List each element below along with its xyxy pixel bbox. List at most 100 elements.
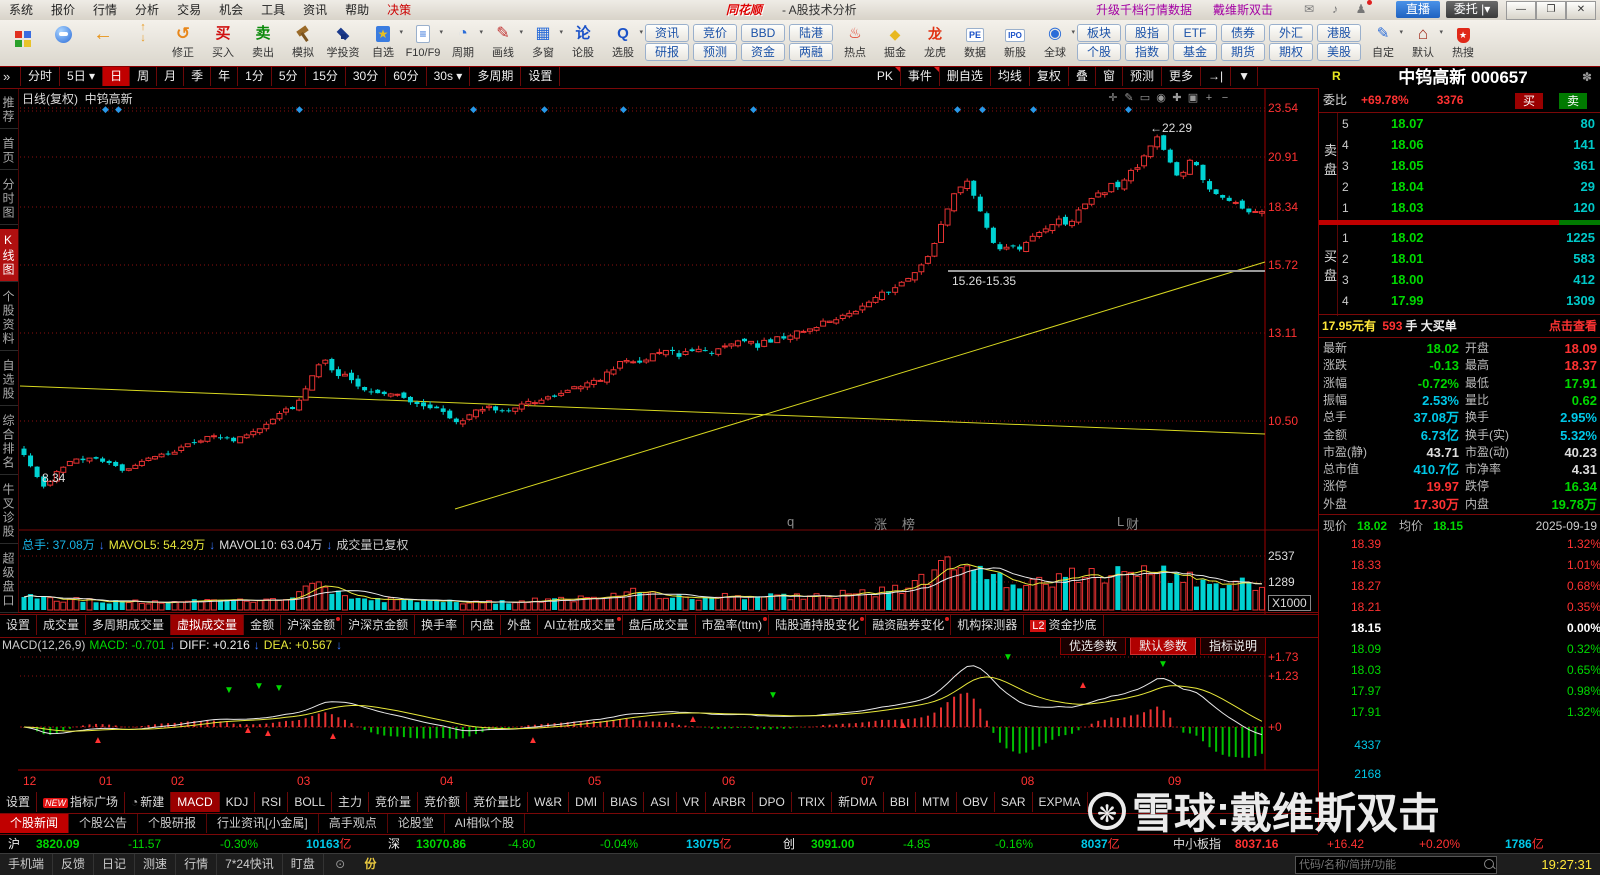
- tab-成交量[interactable]: 成交量: [37, 615, 87, 635]
- status-测速[interactable]: 测速: [135, 854, 177, 875]
- record-icon[interactable]: ⊙: [327, 854, 353, 875]
- event-diamond-icon[interactable]: ◆: [1125, 104, 1132, 115]
- toolbar-学投资-button[interactable]: 学投资: [323, 20, 363, 65]
- minimize-button[interactable]: —: [1506, 1, 1536, 20]
- stock-search-box[interactable]: [1295, 856, 1497, 874]
- toolbar-板块-button[interactable]: 板块 个股: [1075, 20, 1123, 65]
- tab-换手率[interactable]: 换手率: [415, 615, 465, 635]
- period-60分[interactable]: 60分: [386, 67, 427, 86]
- indicator-OBV[interactable]: OBV: [957, 792, 995, 812]
- toolbar-基金-label[interactable]: 基金: [1173, 43, 1217, 61]
- indicator-TRIX[interactable]: TRIX: [792, 792, 833, 812]
- tab-沪深金额[interactable]: 沪深金额: [281, 615, 343, 635]
- menu-机会[interactable]: 机会: [210, 0, 252, 20]
- toolbar-全球-button[interactable]: ◉ 全球 ▾: [1035, 20, 1075, 65]
- toolbar-论股-button[interactable]: 论论股: [563, 20, 603, 65]
- toolbar-自定-button[interactable]: ✎ 自定 ▾: [1363, 20, 1403, 65]
- collapse-chevron[interactable]: »: [3, 67, 10, 87]
- toolbar-模拟-button[interactable]: 模拟: [283, 20, 323, 65]
- indicator-竞价额[interactable]: 竞价额: [418, 792, 468, 812]
- tab-市盈率(ttm)[interactable]: 市盈率(ttm): [696, 615, 770, 635]
- period-季[interactable]: 季: [184, 67, 212, 86]
- indicator-KDJ[interactable]: KDJ: [220, 792, 256, 812]
- camera-icon[interactable]: ◉: [1153, 91, 1169, 104]
- toolbar-港股-button[interactable]: 港股 美股: [1315, 20, 1363, 65]
- close-button[interactable]: ✕: [1566, 1, 1596, 20]
- order-entrust-button[interactable]: 委托 |▾: [1446, 1, 1498, 18]
- sidebar-item-分时图[interactable]: 分时图: [0, 174, 18, 225]
- draw-icon[interactable]: ✎: [1121, 91, 1137, 104]
- toolbar-股指-button[interactable]: 股指 指数: [1123, 20, 1171, 65]
- status-行情[interactable]: 行情: [176, 854, 218, 875]
- menu-工具[interactable]: 工具: [252, 0, 294, 20]
- event-diamond-icon[interactable]: ◆: [620, 104, 627, 115]
- menu-hot[interactable]: 决策: [378, 0, 420, 20]
- action-→|[interactable]: →|: [1201, 67, 1232, 86]
- toolbar-资讯-label[interactable]: 资讯: [645, 24, 689, 42]
- lock-icon[interactable]: ▣: [1185, 91, 1201, 104]
- indicator-MACD[interactable]: MACD: [171, 792, 220, 812]
- status-日记[interactable]: 日记: [94, 854, 136, 875]
- newstab-行业资讯[小金属][interactable]: 行业资讯[小金属]: [207, 814, 319, 833]
- indicator-DPO[interactable]: DPO: [753, 792, 792, 812]
- tab-沪深京金额[interactable]: 沪深京金额: [342, 615, 416, 635]
- event-diamond-icon[interactable]: ◆: [750, 104, 757, 115]
- event-diamond-icon[interactable]: ◆: [296, 104, 303, 115]
- chevron-down-icon[interactable]: ▾: [639, 28, 643, 36]
- event-diamond-icon[interactable]: ◆: [979, 104, 986, 115]
- toolbar-选股-button[interactable]: Q 选股 ▾: [603, 20, 643, 65]
- indicator-竞价量[interactable]: 竞价量: [369, 792, 419, 812]
- toolbar-ETF-button[interactable]: ETF 基金: [1171, 20, 1219, 65]
- period-分时[interactable]: 分时: [21, 67, 61, 86]
- toolbar-股指-label[interactable]: 股指: [1125, 24, 1169, 42]
- toolbar-期货-label[interactable]: 期货: [1221, 43, 1265, 61]
- toolbar-两融-label[interactable]: 两融: [789, 43, 833, 61]
- live-button[interactable]: 直播: [1396, 1, 1440, 18]
- menu-资讯[interactable]: 资讯: [294, 0, 336, 20]
- indicator-指标广场[interactable]: NEW 指标广场: [37, 792, 126, 813]
- toolbar-卖出-button[interactable]: 卖卖出: [243, 20, 283, 65]
- tab-机构探测器[interactable]: 机构探测器: [951, 615, 1025, 635]
- button-指标说明[interactable]: 指标说明: [1200, 637, 1267, 655]
- toolbar-债券-label[interactable]: 债券: [1221, 24, 1265, 42]
- toolbar-陆港-button[interactable]: 陆港 两融: [787, 20, 835, 65]
- period-日[interactable]: 日: [103, 67, 131, 86]
- indicator-竞价量比[interactable]: 竞价量比: [467, 792, 529, 812]
- search-input[interactable]: [1296, 858, 1478, 872]
- toolbar-预测-label[interactable]: 预测: [693, 43, 737, 61]
- tab-盘后成交量[interactable]: 盘后成交量: [623, 615, 696, 635]
- tab-L2-资金抄底[interactable]: L2 资金抄底: [1024, 615, 1104, 636]
- toolbar-assistant-icon-button[interactable]: [43, 20, 83, 65]
- indicator-VR[interactable]: VR: [677, 792, 707, 812]
- menu-行情[interactable]: 行情: [84, 0, 126, 20]
- menu-分析[interactable]: 分析: [126, 0, 168, 20]
- toolbar-默认-button[interactable]: ⌂ 默认 ▾: [1403, 20, 1443, 65]
- action-更多[interactable]: 更多: [1162, 67, 1201, 86]
- upgrade-link[interactable]: 升级千档行情数据: [1096, 0, 1192, 20]
- sidebar-item-综合排名[interactable]: 综合排名: [0, 410, 18, 475]
- event-diamond-icon[interactable]: ◆: [102, 104, 109, 115]
- toolbar-画线-button[interactable]: ✎ 画线 ▾: [483, 20, 523, 65]
- toolbar-个股-label[interactable]: 个股: [1077, 43, 1121, 61]
- mail-icon[interactable]: ✉: [1300, 2, 1318, 17]
- panel-settings-icon[interactable]: ✽: [1582, 70, 1592, 84]
- toolbar-BBD-button[interactable]: BBD 资金: [739, 20, 787, 65]
- indicator-RSI[interactable]: RSI: [255, 792, 289, 812]
- indicator-新建[interactable]: ◔ 新建: [125, 792, 172, 812]
- event-diamond-icon[interactable]: ◆: [541, 104, 548, 115]
- toolbar-掘金-button[interactable]: ◆ 掘金: [875, 20, 915, 65]
- toolbar-指数-label[interactable]: 指数: [1125, 43, 1169, 61]
- toolbar-周期-button[interactable]: ◔ 周期 ▾: [443, 20, 483, 65]
- toolbar-热点-button[interactable]: ♨ 热点: [835, 20, 875, 65]
- period-周[interactable]: 周: [130, 67, 158, 86]
- period-5日[interactable]: 5日 ▾: [60, 67, 104, 86]
- coin-icon[interactable]: 份: [357, 854, 385, 875]
- action-窗[interactable]: 窗: [1096, 67, 1123, 86]
- toolbar-多窗-button[interactable]: ▦ 多窗 ▾: [523, 20, 563, 65]
- newstab-个股研报[interactable]: 个股研报: [138, 814, 208, 833]
- indicator-EXPMA[interactable]: EXPMA: [1033, 792, 1088, 812]
- tab-融资融券变化[interactable]: 融资融券变化: [866, 615, 952, 635]
- toolbar-板块-label[interactable]: 板块: [1077, 24, 1121, 42]
- tab-设置[interactable]: 设置: [0, 615, 38, 635]
- status-反馈[interactable]: 反馈: [53, 854, 95, 875]
